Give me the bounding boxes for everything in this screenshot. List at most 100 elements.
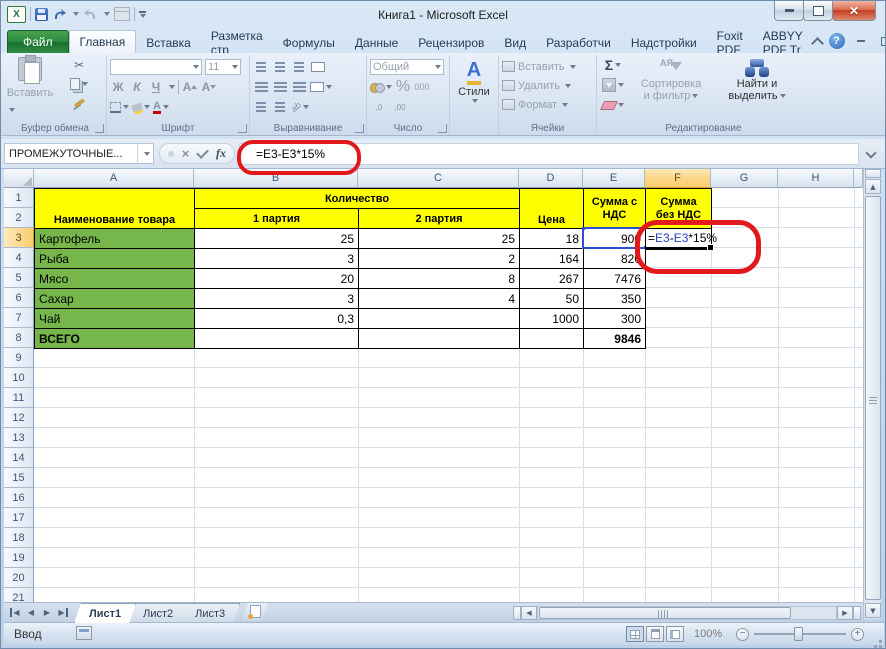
- format-cells-button[interactable]: Формат: [502, 95, 593, 114]
- sort-filter-button[interactable]: АЯ Сортировкаи фильтр: [630, 57, 712, 113]
- number-format-combo[interactable]: Общий: [370, 59, 444, 75]
- cell-A3[interactable]: Картофель: [34, 228, 195, 249]
- cell-D8[interactable]: [519, 328, 584, 349]
- cell-E6[interactable]: 350: [583, 288, 646, 309]
- sheet-tab-list2[interactable]: Лист2: [128, 603, 188, 623]
- cell-B7[interactable]: 0,3: [194, 308, 359, 329]
- row-header-15[interactable]: 15: [4, 468, 34, 488]
- name-box-dropdown[interactable]: [137, 144, 153, 163]
- cell-B6[interactable]: 3: [194, 288, 359, 309]
- row-header-12[interactable]: 12: [4, 408, 34, 428]
- row-header-13[interactable]: 13: [4, 428, 34, 448]
- cell-A1-name-header[interactable]: Наименование товара: [34, 188, 195, 229]
- tab-home[interactable]: Главная: [69, 30, 137, 53]
- percent-style-button[interactable]: %: [395, 79, 411, 95]
- horizontal-scrollbar[interactable]: ◀ ▶: [513, 605, 861, 621]
- cell-B2-batch1[interactable]: 1 партия: [194, 208, 359, 229]
- alignment-dialog-launcher-icon[interactable]: [355, 124, 364, 133]
- row-header-14[interactable]: 14: [4, 448, 34, 468]
- vertical-scrollbar[interactable]: ▲ ▼: [863, 169, 881, 619]
- format-painter-icon[interactable]: [55, 95, 103, 111]
- tab-view[interactable]: Вид: [494, 32, 536, 53]
- column-header-F[interactable]: F: [645, 169, 711, 188]
- zoom-in-button[interactable]: +: [851, 628, 864, 641]
- cell-E5[interactable]: 7476: [583, 268, 646, 289]
- cell-B4[interactable]: 3: [194, 248, 359, 269]
- page-break-view-button[interactable]: [666, 626, 684, 642]
- grow-font-button[interactable]: А: [182, 79, 198, 95]
- macro-record-icon[interactable]: [76, 626, 92, 640]
- last-sheet-button[interactable]: ▶: [56, 605, 70, 619]
- insert-cells-button[interactable]: Вставить: [502, 57, 593, 76]
- cell-C4[interactable]: 2: [358, 248, 520, 269]
- comma-style-button[interactable]: 000: [414, 79, 430, 95]
- align-middle-icon[interactable]: [272, 59, 288, 75]
- sheet-tab-list3[interactable]: Лист3: [180, 603, 240, 623]
- font-dialog-launcher-icon[interactable]: [238, 124, 247, 133]
- align-right-icon[interactable]: [291, 79, 307, 95]
- row-header-21[interactable]: 21: [4, 588, 34, 602]
- horizontal-scroll-thumb[interactable]: [539, 607, 791, 619]
- row-header-20[interactable]: 20: [4, 568, 34, 588]
- align-left-icon[interactable]: [253, 79, 269, 95]
- select-all-corner[interactable]: [4, 169, 34, 188]
- row-header-2[interactable]: 2: [4, 208, 34, 228]
- zoom-slider-track[interactable]: [754, 627, 846, 641]
- column-header-C[interactable]: C: [358, 169, 519, 188]
- normal-view-button[interactable]: [626, 626, 644, 642]
- column-header-E[interactable]: E: [583, 169, 645, 188]
- cell-A5[interactable]: Мясо: [34, 268, 195, 289]
- delete-cells-button[interactable]: Удалить: [502, 76, 593, 95]
- font-color-button[interactable]: А: [153, 99, 169, 115]
- row-header-9[interactable]: 9: [4, 348, 34, 368]
- orientation-icon[interactable]: ab: [291, 99, 309, 115]
- column-header-partial[interactable]: [854, 169, 863, 188]
- merge-center-icon[interactable]: [310, 79, 332, 95]
- tab-data[interactable]: Данные: [345, 32, 408, 53]
- workbook-minimize-button[interactable]: [852, 33, 870, 49]
- collapse-ribbon-icon[interactable]: [811, 37, 824, 50]
- row-header-19[interactable]: 19: [4, 548, 34, 568]
- autosum-button[interactable]: Σ: [600, 57, 626, 73]
- cell-D7[interactable]: 1000: [519, 308, 584, 329]
- next-sheet-button[interactable]: ▶: [40, 605, 54, 619]
- clipboard-dialog-launcher-icon[interactable]: [95, 124, 104, 133]
- cell-A7[interactable]: Чай: [34, 308, 195, 329]
- minimize-button[interactable]: [774, 1, 804, 21]
- row-header-10[interactable]: 10: [4, 368, 34, 388]
- tab-abbyy[interactable]: ABBYY PDF Tr: [753, 32, 813, 53]
- vertical-split-box[interactable]: [865, 169, 881, 178]
- borders-button[interactable]: [110, 99, 129, 115]
- tab-foxit[interactable]: Foxit PDF: [707, 32, 753, 53]
- align-bottom-icon[interactable]: [291, 59, 307, 75]
- tab-page-layout[interactable]: Разметка стр: [201, 32, 273, 53]
- scroll-up-button[interactable]: ▲: [865, 179, 881, 194]
- column-header-H[interactable]: H: [778, 169, 854, 188]
- row-header-17[interactable]: 17: [4, 508, 34, 528]
- styles-button[interactable]: А Стили: [453, 57, 495, 103]
- help-icon[interactable]: ?: [829, 33, 845, 49]
- column-header-D[interactable]: D: [519, 169, 583, 188]
- cell-D3[interactable]: 18: [519, 228, 584, 249]
- cell-C7[interactable]: [358, 308, 520, 329]
- zoom-out-button[interactable]: −: [736, 628, 749, 641]
- zoom-level[interactable]: 100%: [694, 628, 722, 640]
- row-header-5[interactable]: 5: [4, 268, 34, 288]
- paste-button[interactable]: Вставить: [7, 57, 53, 119]
- row-header-7[interactable]: 7: [4, 308, 34, 328]
- column-header-A[interactable]: A: [34, 169, 194, 188]
- find-select-button[interactable]: Найти ивыделить: [716, 57, 798, 113]
- zoom-slider-thumb[interactable]: [794, 627, 803, 641]
- page-layout-view-button[interactable]: [646, 626, 664, 642]
- row-header-4[interactable]: 4: [4, 248, 34, 268]
- clear-button[interactable]: [600, 97, 626, 113]
- underline-button[interactable]: Ч: [148, 79, 164, 95]
- cell-B5[interactable]: 20: [194, 268, 359, 289]
- cell-D5[interactable]: 267: [519, 268, 584, 289]
- resize-grip[interactable]: [879, 640, 882, 643]
- cell-E8-total[interactable]: 9846: [583, 328, 646, 349]
- enter-entry-button[interactable]: [196, 146, 209, 159]
- prev-sheet-button[interactable]: ◀: [24, 605, 38, 619]
- bold-button[interactable]: Ж: [110, 79, 126, 95]
- tab-split-handle[interactable]: [853, 606, 861, 620]
